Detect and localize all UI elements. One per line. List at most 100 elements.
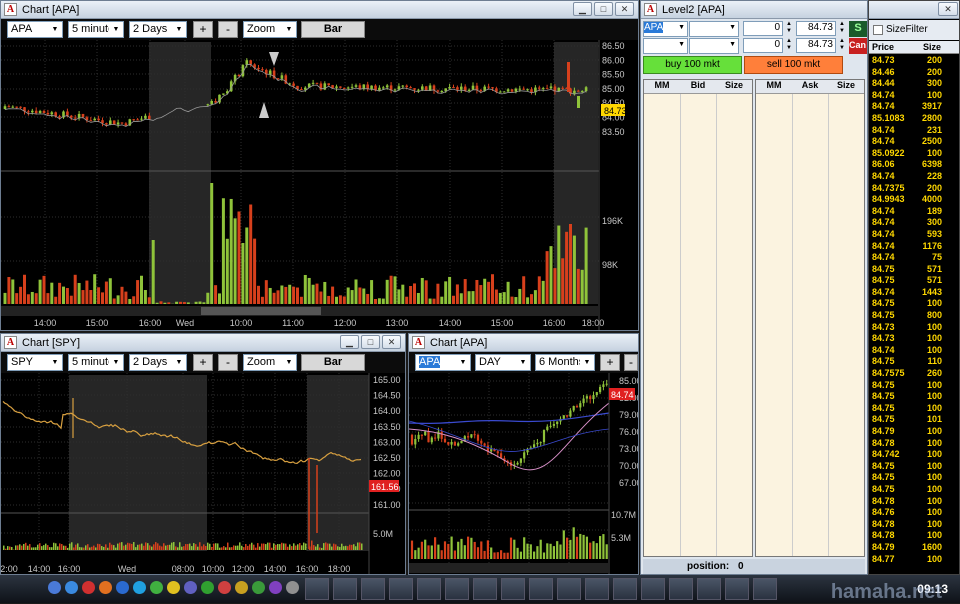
taskbar-app-button[interactable] [585,578,609,600]
zoom-out-button[interactable]: - [218,21,238,38]
title-bar[interactable]: A Chart [APA] [409,334,638,352]
l2-exchange-select[interactable]: ▼ [689,21,739,37]
firefox-icon[interactable] [99,581,112,594]
tape-row[interactable]: 84.44300 [869,78,959,90]
price-input-2[interactable]: 84.73 [796,38,836,53]
minimize-icon[interactable]: ▁ [340,335,359,349]
sizefilter-checkbox[interactable] [873,25,883,35]
symbol-select[interactable]: APA▼ [415,354,471,371]
gmail-icon[interactable] [218,581,231,594]
taskbar-app-button[interactable] [305,578,329,600]
interval-select[interactable]: DAY▼ [475,354,531,371]
chart-canvas[interactable]: 86.5086.0085.5085.0084.5084.0083.50196K9… [1,40,638,330]
tape-row[interactable]: 84.75100 [869,391,959,403]
taskbar-app-button[interactable] [529,578,553,600]
tape-row[interactable]: 84.99434000 [869,194,959,206]
calc-icon[interactable] [286,581,299,594]
price-spinner-2[interactable]: ▲▼ [837,38,847,53]
viber-icon[interactable] [269,581,282,594]
torrent-icon[interactable] [201,581,214,594]
taskbar-app-button[interactable] [753,578,777,600]
tape-row[interactable]: 85.10832800 [869,113,959,125]
interval-select[interactable]: 5 minutes▼ [68,21,124,38]
taskbar-app-button[interactable] [613,578,637,600]
tape-row[interactable]: 84.78100 [869,530,959,542]
bar-type-button[interactable]: Bar [301,354,365,371]
close-icon[interactable]: ✕ [615,2,634,16]
size-header[interactable]: Size [923,42,941,52]
send-button[interactable]: S [849,21,867,37]
range-select[interactable]: 6 Months▼ [535,354,595,371]
tape-row[interactable]: 86.066398 [869,159,959,171]
media-icon[interactable] [116,581,129,594]
tape-row[interactable]: 84.46200 [869,67,959,79]
tape-row[interactable]: 84.741176 [869,241,959,253]
tape-row[interactable]: 85.0922100 [869,148,959,160]
chrome-icon[interactable] [167,581,180,594]
tape-row[interactable]: 84.73200 [869,55,959,67]
tape-row[interactable]: 84.791600 [869,542,959,554]
bid-header[interactable]: Bid [680,80,716,93]
tape-row[interactable]: 84.75101 [869,414,959,426]
l2-tif-select[interactable]: ▼ [689,38,739,54]
show-desktop-icon[interactable] [48,581,61,594]
tape-row[interactable]: 84.75100 [869,298,959,310]
ie-icon[interactable] [65,581,78,594]
qip-icon[interactable] [235,581,248,594]
mm-header[interactable]: MM [644,80,680,93]
qty-spinner-1[interactable]: ▲▼ [784,21,794,36]
tape-row[interactable]: 84.742100 [869,449,959,461]
taskbar-app-button[interactable] [697,578,721,600]
l2-symbol-select[interactable]: APA▼ [643,21,688,37]
taskbar-app-button[interactable] [361,578,385,600]
taskbar-app-button[interactable] [557,578,581,600]
utorrent-icon[interactable] [252,581,265,594]
tape-row[interactable]: 84.78100 [869,519,959,531]
title-bar[interactable]: A Chart [APA] ▁□✕ [1,1,638,19]
horizontal-scrollbar[interactable] [409,563,609,573]
zoom-in-button[interactable]: + [193,21,213,38]
price-spinner-1[interactable]: ▲▼ [837,21,847,36]
taskbar-app-button[interactable] [333,578,357,600]
tape-row[interactable]: 84.75571 [869,275,959,287]
taskbar-app-button[interactable] [501,578,525,600]
title-bar[interactable]: A Chart [SPY] ▁□✕ [1,334,405,352]
tape-row[interactable]: 84.74300 [869,217,959,229]
size-header[interactable]: Size [828,80,864,93]
zoom-in-button[interactable]: + [600,354,620,371]
maximize-icon[interactable]: □ [594,2,613,16]
tape-row[interactable]: 84.74100 [869,90,959,102]
zoom-in-button[interactable]: + [193,354,213,371]
tape-row[interactable]: 84.74100 [869,345,959,357]
mail-icon[interactable] [184,581,197,594]
tape-row[interactable]: 84.741443 [869,287,959,299]
qty-input-1[interactable]: 0 [743,21,783,36]
opera-icon[interactable] [82,581,95,594]
sell-market-button[interactable]: sell 100 mkt [744,56,843,74]
tape-row[interactable]: 84.76100 [869,507,959,519]
chart-canvas[interactable]: 85.0082.0079.0076.0073.0070.0067.0010.7M… [409,373,638,574]
minimize-icon[interactable]: ▁ [573,2,592,16]
maximize-icon[interactable]: □ [361,335,380,349]
chart-canvas[interactable]: 165.00164.50164.00163.50163.00162.50162.… [1,373,405,574]
cancel-button[interactable]: Can [849,38,867,54]
title-bar[interactable]: ✕ [869,1,959,19]
ask-header[interactable]: Ask [792,80,828,93]
taskbar-app-button[interactable] [669,578,693,600]
taskbar-app-button[interactable] [445,578,469,600]
taskbar-app-button[interactable] [641,578,665,600]
tape-row[interactable]: 84.78100 [869,438,959,450]
tape-row[interactable]: 84.7575260 [869,368,959,380]
tape-row[interactable]: 84.74593 [869,229,959,241]
taskbar-app-button[interactable] [389,578,413,600]
tape-row[interactable]: 84.75100 [869,403,959,415]
tape-row[interactable]: 84.75100 [869,484,959,496]
zoom-select[interactable]: Zoom▼ [243,354,297,371]
tape-row[interactable]: 84.77100 [869,554,959,566]
tape-row[interactable]: 84.79100 [869,426,959,438]
tape-row[interactable]: 84.73100 [869,333,959,345]
tape-row[interactable]: 84.74231 [869,125,959,137]
price-header[interactable]: Price [872,42,894,52]
tape-row[interactable]: 84.75800 [869,310,959,322]
symbol-select[interactable]: SPY▼ [7,354,63,371]
